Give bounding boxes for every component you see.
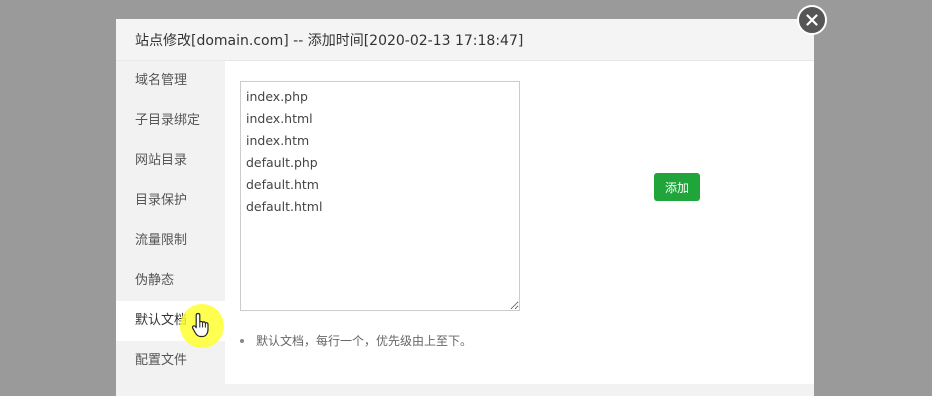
- sidebar-item-site-directory[interactable]: 网站目录: [116, 141, 225, 181]
- dialog-header: 站点修改[domain.com] -- 添加时间[2020-02-13 17:1…: [116, 19, 814, 61]
- screen-overlay: 站点修改[domain.com] -- 添加时间[2020-02-13 17:1…: [0, 0, 932, 396]
- sidebar-item-domain-management[interactable]: 域名管理: [116, 61, 225, 101]
- dialog-footer-strip: [225, 384, 814, 396]
- tips-list: 默认文档，每行一个，优先级由上至下。: [240, 332, 472, 349]
- close-button[interactable]: [797, 5, 827, 35]
- default-document-panel: 添加 默认文档，每行一个，优先级由上至下。: [225, 61, 814, 384]
- sidebar-item-traffic-limit[interactable]: 流量限制: [116, 221, 225, 261]
- settings-sidebar: 域名管理 子目录绑定 网站目录 目录保护 流量限制 伪静态 默认文档 配置文件: [116, 61, 225, 396]
- sidebar-item-rewrite[interactable]: 伪静态: [116, 261, 225, 301]
- default-document-textarea[interactable]: [240, 81, 520, 311]
- bullet-icon: [240, 338, 244, 343]
- sidebar-item-directory-protection[interactable]: 目录保护: [116, 181, 225, 221]
- close-icon: [806, 14, 818, 26]
- sidebar-item-subdirectory-binding[interactable]: 子目录绑定: [116, 101, 225, 141]
- sidebar-item-default-document[interactable]: 默认文档: [116, 301, 225, 341]
- dialog-title: 站点修改[domain.com] -- 添加时间[2020-02-13 17:1…: [135, 33, 524, 49]
- tip-text: 默认文档，每行一个，优先级由上至下。: [256, 334, 473, 348]
- sidebar-item-config-file[interactable]: 配置文件: [116, 341, 225, 381]
- add-button[interactable]: 添加: [654, 173, 700, 201]
- site-settings-dialog: 站点修改[domain.com] -- 添加时间[2020-02-13 17:1…: [116, 19, 814, 396]
